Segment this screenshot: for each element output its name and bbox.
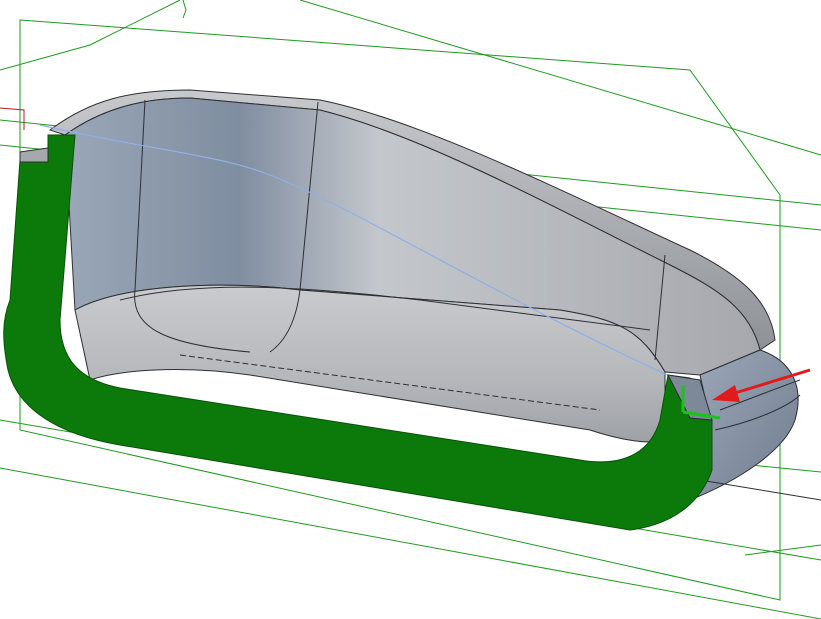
section-notch-left xyxy=(19,147,49,163)
reference-plane-edge-top-left xyxy=(0,0,181,71)
cad-graphics-viewport[interactable] xyxy=(0,0,821,619)
plane-handle-icon[interactable] xyxy=(182,0,187,19)
edge-axis-line xyxy=(699,479,821,501)
model-view-canvas[interactable] xyxy=(0,0,821,619)
